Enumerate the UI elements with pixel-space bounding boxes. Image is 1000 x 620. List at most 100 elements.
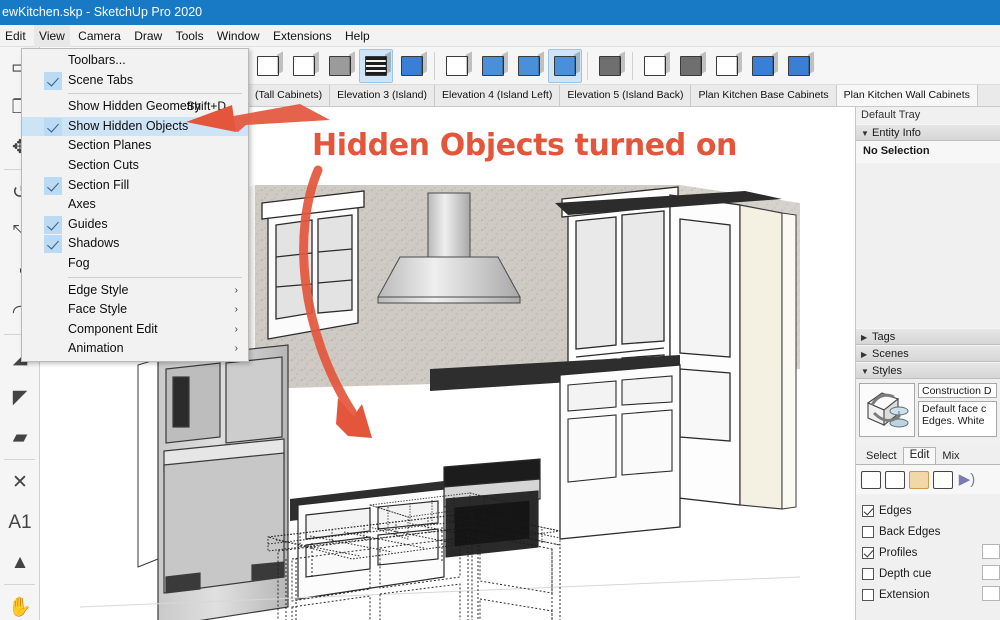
section-fill-button[interactable] [512,49,546,83]
scene-tab-4[interactable]: Plan Kitchen Base Cabinets [691,85,837,106]
label-depth-cue: Depth cue [879,567,932,580]
entity-info-body [856,163,1000,328]
view-menu-item-component-edit[interactable]: Component Edit › [22,320,248,340]
styles-section-header[interactable]: ▼ Styles [856,362,1000,379]
menu-help[interactable]: Help [340,25,375,47]
section-display-button[interactable] [476,49,510,83]
view-menu-item-section-fill[interactable]: Section Fill [22,176,248,196]
style-shaded-texture-button[interactable] [359,48,393,83]
window-title: ewKitchen.skp - SketchUp Pro 2020 [2,5,203,19]
edge-settings-icon[interactable] [861,470,881,489]
style-thumbnail[interactable] [859,383,915,437]
layer-group-3-button[interactable] [674,49,708,83]
axes-tool[interactable]: ▲ [0,542,40,582]
layer-group-4-button[interactable] [710,49,744,83]
scene-tab-5[interactable]: Plan Kitchen Wall Cabinets [836,85,978,106]
menu-tools[interactable]: Tools [171,25,209,47]
menu-camera[interactable]: Camera [73,25,126,47]
scene-tab-3[interactable]: Elevation 5 (Island Back) [560,85,692,106]
check-icon [44,71,62,90]
layer-group-2-button[interactable] [638,49,672,83]
view-menu-item-toolbars[interactable]: Toolbars... [22,51,248,71]
layer-group-6-button[interactable] [782,49,816,83]
check-icon [44,117,62,136]
menu-draw[interactable]: Draw [129,25,167,47]
style-monochrome-button[interactable] [395,49,429,83]
menu-item-label: Edge Style [68,282,129,297]
view-menu-item-show-hidden-geometry[interactable]: Show Hidden Geometry Shift+D [22,97,248,117]
scene-tab-0[interactable]: (Tall Cabinets) [248,85,331,106]
tags-section-header[interactable]: ▶ Tags [856,328,1000,345]
view-menu-item-section-planes[interactable]: Section Planes [22,136,248,156]
view-menu-item-scene-tabs[interactable]: Scene Tabs [22,71,248,91]
checkbox-back-edges[interactable] [862,525,874,538]
layer-group-5-button[interactable] [746,49,780,83]
view-menu-item-shadows[interactable]: Shadows [22,234,248,254]
depth-cue-value-field[interactable] [982,565,1000,580]
face-settings-icon[interactable] [885,470,905,489]
checkbox-profiles[interactable] [862,546,874,559]
paint-bucket-tool[interactable]: ◤ [0,377,40,417]
layer-group-1-button[interactable] [593,49,627,83]
tape-measure-tool[interactable]: ✕ [0,462,40,502]
label-profiles: Profiles [879,546,918,559]
style-xray-button[interactable] [251,49,285,83]
view-menu-item-section-cuts[interactable]: Section Cuts [22,156,248,176]
view-menu-item-animation[interactable]: Animation › [22,339,248,359]
view-menu-item-show-hidden-objects[interactable]: Show Hidden Objects [22,116,248,137]
annotation-text: Hidden Objects turned on [312,128,738,163]
section-plane-button[interactable] [440,49,474,83]
checkbox-edges[interactable] [862,504,874,517]
style-description[interactable]: Default face c Edges. White [918,401,997,437]
watermark-settings-icon[interactable] [933,470,953,489]
view-menu-item-fog[interactable]: Fog [22,254,248,274]
text-tool[interactable]: A1 [0,502,40,542]
menu-view[interactable]: View [34,25,70,47]
extension-value-field[interactable] [982,586,1000,601]
menu-edit[interactable]: Edit [0,25,31,47]
pan-tool[interactable]: ✋ [0,587,40,620]
menu-extensions[interactable]: Extensions [268,25,337,47]
entity-info-section-header[interactable]: ▼ Entity Info [856,124,1000,141]
checkbox-row-edges[interactable]: Edges [862,500,1000,521]
modeling-settings-icon[interactable]: ▶) [957,471,977,489]
label-edges: Edges [879,504,912,517]
checkbox-row-depth-cue[interactable]: Depth cue [862,563,1000,584]
scene-tabs-bar: (Tall Cabinets) Elevation 3 (Island) Eleva… [248,85,1000,107]
style-shaded-button[interactable] [323,49,357,83]
checkbox-extension[interactable] [862,588,874,601]
scene-tab-1[interactable]: Elevation 3 (Island) [330,85,435,106]
view-menu-item-guides[interactable]: Guides [22,215,248,235]
checkbox-row-profiles[interactable]: Profiles [862,542,1000,563]
section-cut-icon [554,55,576,76]
section-cut-button[interactable] [548,48,582,83]
style-name-field[interactable]: Construction D [918,383,997,398]
eraser-tool[interactable]: ▰ [0,417,40,457]
view-menu-item-face-style[interactable]: Face Style › [22,300,248,320]
sketchup-window: ewKitchen.skp - SketchUp Pro 2020 Edit V… [0,0,1000,620]
checkbox-row-extension[interactable]: Extension [862,584,1000,605]
view-menu-item-axes[interactable]: Axes [22,195,248,215]
tab-mix[interactable]: Mix [936,449,965,464]
style-edit-icon-row: ▶) [856,464,1000,494]
scene-tab-2[interactable]: Elevation 4 (Island Left) [435,85,561,106]
menu-item-label: Component Edit [68,321,158,336]
menu-item-label: Guides [68,216,108,231]
style-hidden-line-button[interactable] [287,49,321,83]
tape-measure-tool-glyph: ✕ [12,471,28,493]
menu-bar: Edit View Camera Draw Tools Window Exten… [0,25,1000,47]
checkbox-depth-cue[interactable] [862,567,874,580]
view-menu-item-edge-style[interactable]: Edge Style › [22,281,248,301]
scenes-section-header[interactable]: ▶ Scenes [856,345,1000,362]
tab-edit[interactable]: Edit [902,447,937,464]
styles-label: Styles [872,365,902,377]
tab-select[interactable]: Select [860,449,903,464]
menu-item-label: Fog [68,255,90,270]
menu-window[interactable]: Window [212,25,265,47]
checkbox-row-back-edges[interactable]: Back Edges [862,521,1000,542]
toolbar-divider [587,51,588,80]
chevron-right-icon: ▶ [861,350,868,359]
background-settings-icon[interactable] [909,470,929,489]
profiles-value-field[interactable] [982,544,1000,559]
chevron-right-icon: ▶ [861,333,868,342]
